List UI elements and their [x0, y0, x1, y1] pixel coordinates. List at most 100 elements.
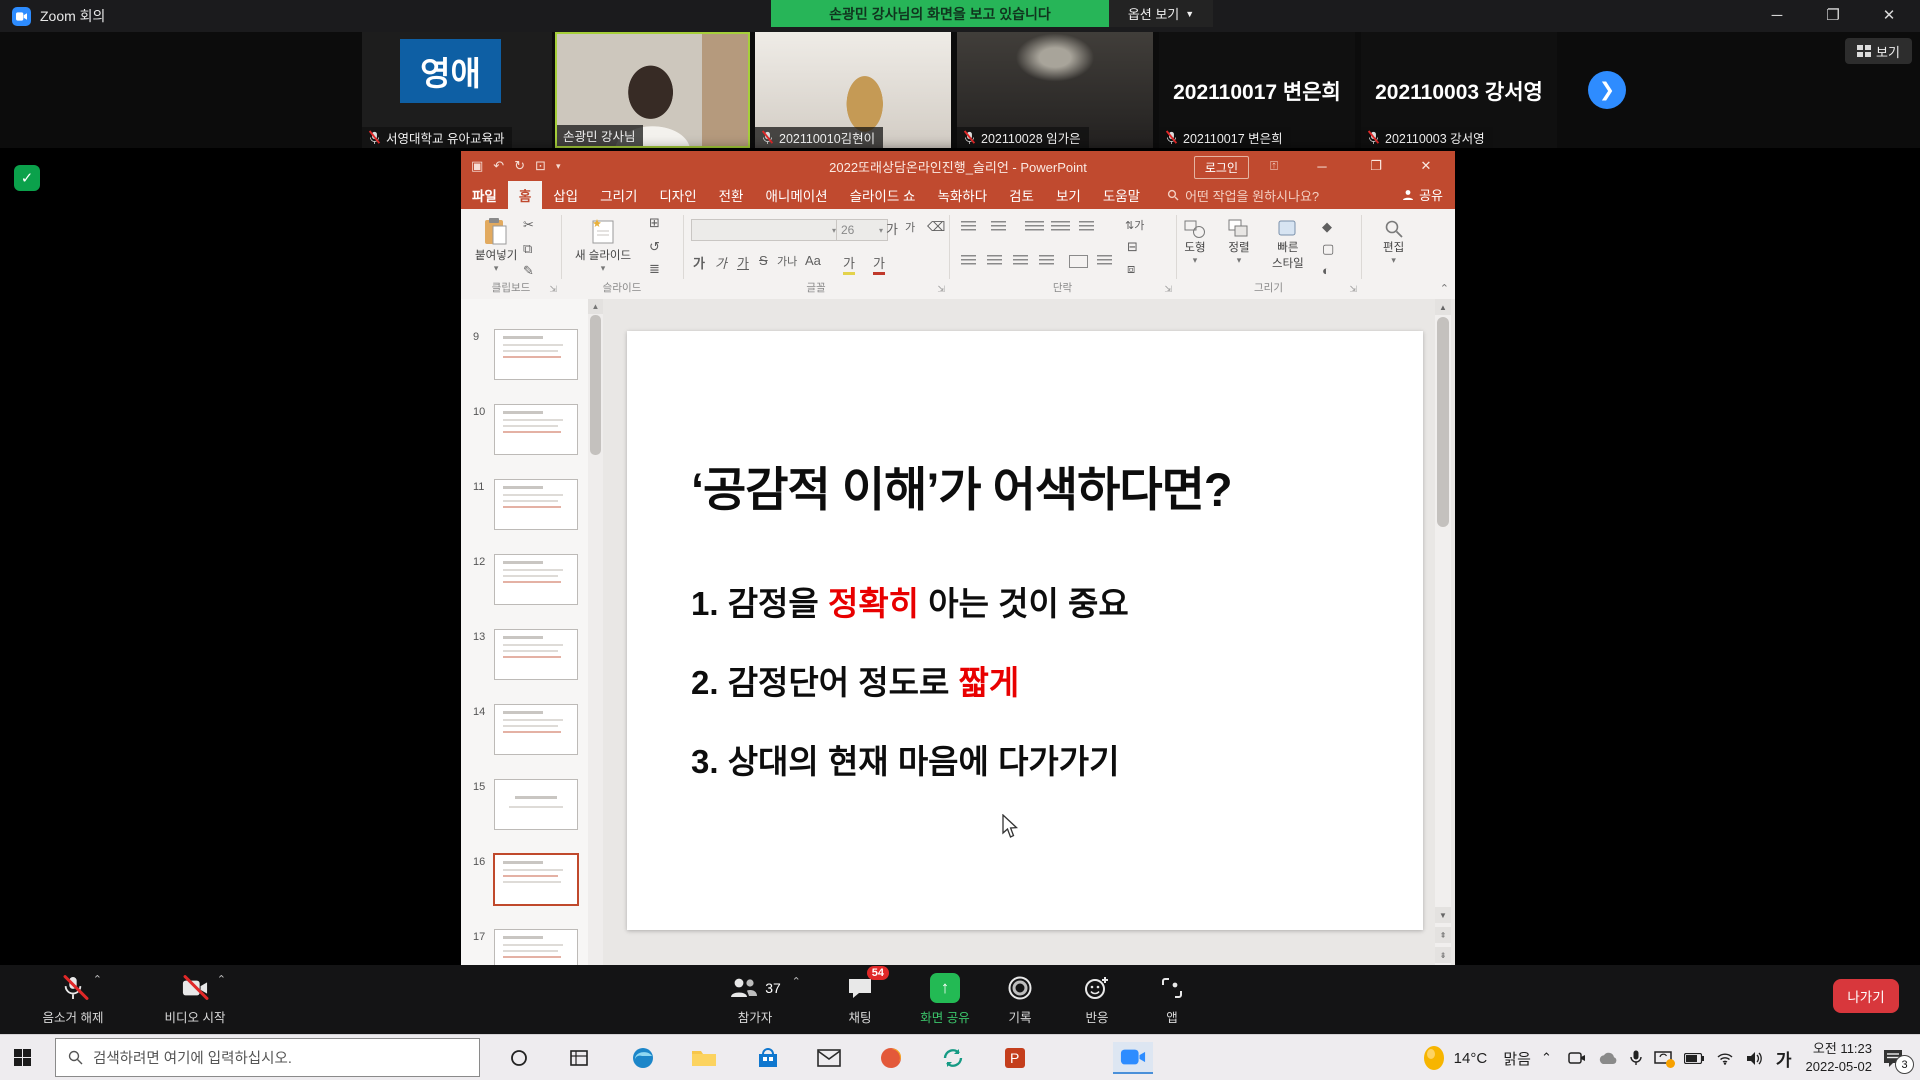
scroll-up-icon[interactable]: ▲ — [1435, 299, 1451, 315]
shape-effects-icon[interactable]: ◐ — [1322, 263, 1330, 278]
taskbar-app-file-explorer-icon[interactable] — [684, 1042, 724, 1074]
justify-icon[interactable] — [1039, 255, 1054, 266]
quick-styles-button[interactable]: 빠른 스타일 — [1272, 219, 1304, 271]
scroll-down-icon[interactable]: ▼ — [1435, 907, 1451, 923]
ppt-maximize-button[interactable]: ❐ — [1355, 151, 1397, 181]
dialog-launcher-icon[interactable]: ⇲ — [549, 284, 557, 295]
dialog-launcher-icon[interactable]: ⇲ — [937, 284, 945, 295]
slide-thumbnail[interactable]: 13 — [461, 629, 588, 678]
numbering-icon[interactable] — [991, 221, 1006, 232]
format-painter-icon[interactable]: ✎ — [523, 263, 534, 279]
clear-format-icon[interactable]: ⌫ — [927, 219, 945, 235]
ppt-login-button[interactable]: 로그인 — [1194, 156, 1249, 179]
close-button[interactable]: ✕ — [1864, 0, 1914, 30]
share-screen-button[interactable]: ↑ 화면 공유 — [900, 973, 990, 1026]
tab-file[interactable]: 파일 — [461, 181, 508, 209]
align-right-icon[interactable] — [1013, 255, 1028, 266]
highlight-color-button[interactable]: 가 — [843, 253, 855, 275]
slide-thumbnail[interactable]: 10 — [461, 404, 588, 453]
wifi-icon[interactable] — [1716, 1052, 1734, 1065]
previous-slide-icon[interactable]: ⇞ — [1435, 927, 1451, 943]
onedrive-cloud-icon[interactable] — [1598, 1052, 1618, 1065]
section-icon[interactable]: ≣ — [649, 261, 660, 277]
align-left-icon[interactable] — [961, 255, 976, 266]
taskbar-app-sync-icon[interactable] — [933, 1042, 973, 1074]
increase-indent-icon[interactable] — [1051, 221, 1070, 232]
ppt-share-button[interactable]: 공유 — [1402, 185, 1443, 204]
video-tile[interactable]: 영애 서영대학교 유아교육과 — [362, 32, 552, 148]
slide-thumbnail[interactable]: 12 — [461, 554, 588, 603]
undo-icon[interactable]: ↶ — [493, 158, 504, 174]
text-direction-icon[interactable]: ⇅가 — [1125, 217, 1144, 233]
start-video-button[interactable]: ⌃ 비디오 시작 — [140, 973, 250, 1026]
slide-thumbnail[interactable]: 17 — [461, 929, 588, 965]
taskbar-app-firefox-icon[interactable] — [871, 1042, 911, 1074]
line-spacing-icon[interactable] — [1079, 221, 1094, 232]
minimize-button[interactable]: ─ — [1752, 0, 1802, 30]
italic-button[interactable]: 가 — [715, 253, 727, 272]
layout-icon[interactable]: ⊞ — [649, 215, 660, 231]
ime-indicator[interactable]: 가 — [1776, 1046, 1792, 1071]
slide-thumbnail[interactable]: 11 — [461, 479, 588, 528]
reactions-button[interactable]: 반응 — [1062, 973, 1132, 1026]
video-tile[interactable]: 202110003 강서영 202110003 강서영 — [1361, 32, 1557, 148]
tell-me-search[interactable]: 어떤 작업을 원하시나요? — [1167, 181, 1319, 209]
tab-help[interactable]: 도움말 — [1092, 181, 1151, 209]
tab-design[interactable]: 디자인 — [648, 181, 707, 209]
view-options-button[interactable]: 옵션 보기 ▼ — [1109, 0, 1213, 27]
ppt-minimize-button[interactable]: ─ — [1301, 151, 1343, 181]
redo-icon[interactable]: ↻ — [514, 158, 525, 174]
strikethrough-button[interactable]: S — [759, 253, 768, 268]
unmute-button[interactable]: ⌃ 음소거 해제 — [18, 973, 128, 1026]
grow-font-icon[interactable]: 가 — [886, 219, 898, 238]
quick-access-caret-icon[interactable]: ▾ — [556, 161, 561, 172]
change-case-button[interactable]: Aa — [805, 253, 821, 268]
tab-view[interactable]: 보기 — [1045, 181, 1092, 209]
char-spacing-button[interactable]: 가나 — [777, 253, 797, 269]
chevron-up-icon[interactable]: ⌃ — [217, 973, 226, 986]
font-color-button[interactable]: 가 — [873, 253, 885, 275]
bullets-icon[interactable] — [961, 221, 976, 232]
chevron-up-icon[interactable]: ⌃ — [93, 973, 102, 986]
slide-thumbnail-selected[interactable]: 16 — [461, 854, 588, 903]
taskbar-search-input[interactable]: 검색하려면 여기에 입력하십시오. — [55, 1038, 480, 1077]
taskbar-app-store-icon[interactable] — [748, 1042, 788, 1074]
ribbon-display-options-icon[interactable]: ⍐ — [1253, 151, 1295, 181]
video-tile[interactable]: 202110010김현이 — [755, 32, 951, 148]
scroll-up-icon[interactable]: ▲ — [588, 299, 603, 314]
slideshow-icon[interactable]: ⊡ — [535, 158, 546, 174]
slide-scrollbar[interactable]: ▲ ▼ ⇞ ⇟ — [1435, 299, 1451, 965]
video-tile[interactable]: 손광민 강사님 — [555, 32, 750, 148]
smartart-icon[interactable]: ⧈ — [1127, 261, 1135, 277]
tab-transitions[interactable]: 전환 — [708, 181, 755, 209]
taskbar-app-edge-icon[interactable] — [623, 1042, 663, 1074]
thumbnail-scrollbar[interactable]: ▲ — [588, 299, 603, 965]
dialog-launcher-icon[interactable]: ⇲ — [1349, 284, 1357, 295]
shapes-button[interactable]: 도형 ▾ — [1184, 219, 1206, 266]
tab-slideshow[interactable]: 슬라이드 쇼 — [839, 181, 927, 209]
new-slide-button[interactable]: 새 슬라이드 ▾ — [575, 217, 631, 274]
tray-camera-icon[interactable] — [1568, 1051, 1586, 1065]
tab-record[interactable]: 녹화하다 — [926, 181, 998, 209]
font-size-combo[interactable]: 26▾ — [836, 219, 888, 241]
taskbar-app-mail-icon[interactable] — [809, 1042, 849, 1074]
underline-button[interactable]: 가 — [737, 253, 749, 272]
video-tile[interactable]: 202110028 임가은 — [957, 32, 1153, 148]
current-slide[interactable]: ‘공감적 이해’가 어색하다면? 1. 감정을 정확히 아는 것이 중요 2. … — [627, 331, 1423, 930]
next-participants-button[interactable]: ❯ — [1588, 71, 1626, 109]
chat-button[interactable]: 54 채팅 — [820, 973, 900, 1026]
arrange-button[interactable]: 정렬 ▾ — [1228, 219, 1250, 266]
notification-center-icon[interactable]: 3 — [1882, 1048, 1906, 1068]
tab-animations[interactable]: 애니메이션 — [754, 181, 838, 209]
view-layout-button[interactable]: 보기 — [1845, 38, 1912, 64]
participants-button[interactable]: 37 ⌃ 참가자 — [700, 973, 810, 1026]
taskbar-app-powerpoint-icon[interactable]: P — [995, 1042, 1035, 1074]
copy-icon[interactable]: ⧉ — [523, 241, 532, 257]
ppt-close-button[interactable]: ✕ — [1405, 151, 1447, 181]
apps-button[interactable]: 앱 — [1140, 973, 1204, 1026]
dialog-launcher-icon[interactable]: ⇲ — [1164, 284, 1172, 295]
tab-insert[interactable]: 삽입 — [542, 181, 589, 209]
bold-button[interactable]: 가 — [693, 253, 705, 272]
start-button[interactable] — [14, 1049, 31, 1066]
align-center-icon[interactable] — [987, 255, 1002, 266]
